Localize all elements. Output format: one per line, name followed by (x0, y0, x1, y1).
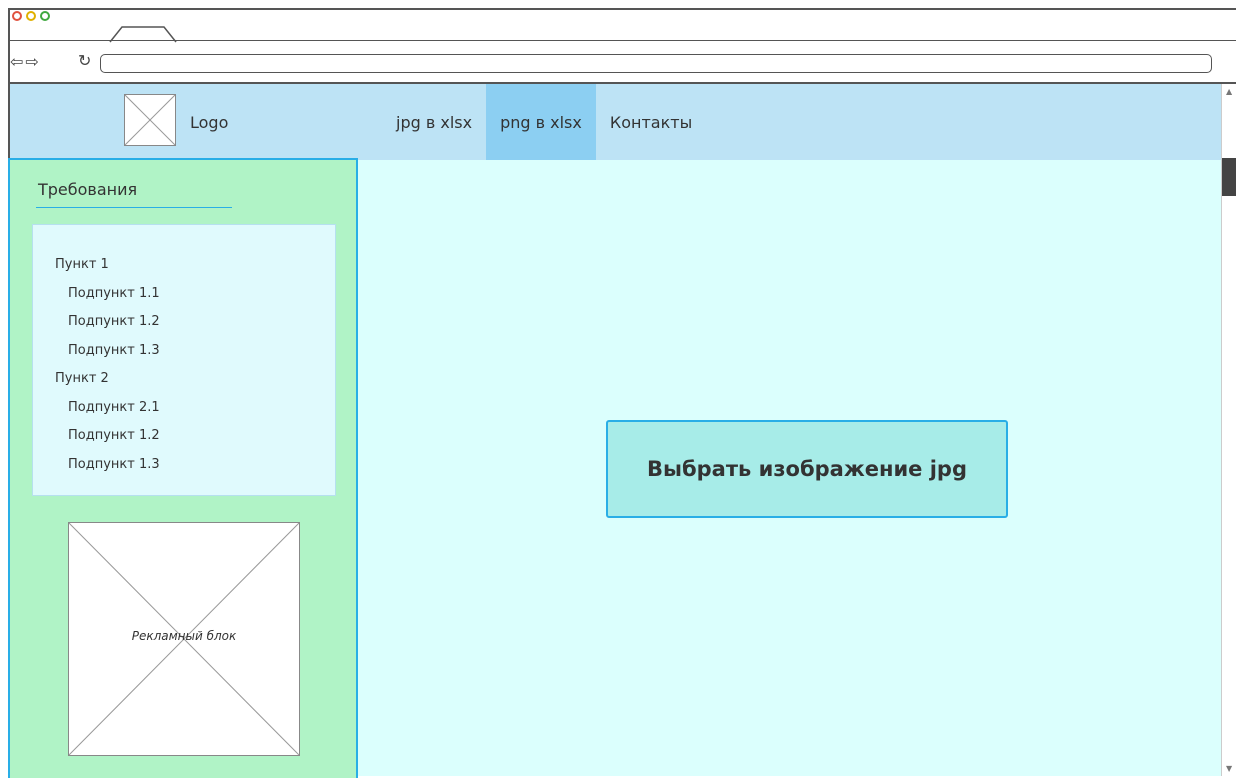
window-controls (12, 11, 50, 21)
nav-item-contacts[interactable]: Контакты (596, 84, 706, 160)
nav-item-jpg-to-xlsx[interactable]: jpg в xlsx (382, 84, 486, 160)
ad-block[interactable]: Рекламный блок (68, 522, 300, 756)
list-item: Пункт 2 (55, 371, 109, 386)
close-window-icon[interactable] (12, 11, 22, 21)
maximize-window-icon[interactable] (40, 11, 50, 21)
logo-text[interactable]: Logo (190, 113, 228, 132)
scroll-up-icon[interactable]: ▲ (1226, 87, 1232, 96)
ad-label: Рекламный блок (131, 629, 237, 643)
list-item: Пункт 1 (55, 257, 109, 272)
reload-icon[interactable]: ↻ (78, 51, 91, 70)
requirements-list: Пункт 1 Подпункт 1.1 Подпункт 1.2 Подпун… (55, 251, 160, 479)
requirements-panel: Пункт 1 Подпункт 1.1 Подпункт 1.2 Подпун… (32, 224, 336, 496)
site-header: Logo jpg в xlsx png в xlsx Контакты (8, 84, 1221, 160)
main-nav: jpg в xlsx png в xlsx Контакты (382, 84, 706, 160)
list-item: Подпункт 1.3 (68, 456, 160, 472)
logo-image-placeholder[interactable] (124, 94, 176, 146)
address-bar[interactable] (100, 54, 1212, 73)
list-item: Подпункт 1.3 (68, 342, 160, 358)
main-content: Выбрать изображение jpg (358, 160, 1221, 776)
sidebar: Требования Пункт 1 Подпункт 1.1 Подпункт… (8, 158, 358, 778)
scroll-down-icon[interactable]: ▼ (1226, 764, 1232, 773)
scrollbar-thumb[interactable] (1222, 158, 1236, 196)
minimize-window-icon[interactable] (26, 11, 36, 21)
list-item: Подпункт 1.2 (68, 428, 160, 443)
browser-title-bar (8, 8, 1236, 41)
nav-item-png-to-xlsx[interactable]: png в xlsx (486, 84, 596, 160)
list-item: Подпункт 1.1 (68, 285, 160, 301)
list-item: Подпункт 1.2 (68, 314, 160, 329)
title-underline (36, 207, 232, 208)
sidebar-title: Требования (38, 180, 138, 199)
list-item: Подпункт 2.1 (68, 399, 160, 415)
browser-chrome: ⇦⇨ ↻ (0, 0, 1236, 84)
back-forward-icons[interactable]: ⇦⇨ (10, 52, 41, 71)
select-image-button[interactable]: Выбрать изображение jpg (606, 420, 1008, 518)
